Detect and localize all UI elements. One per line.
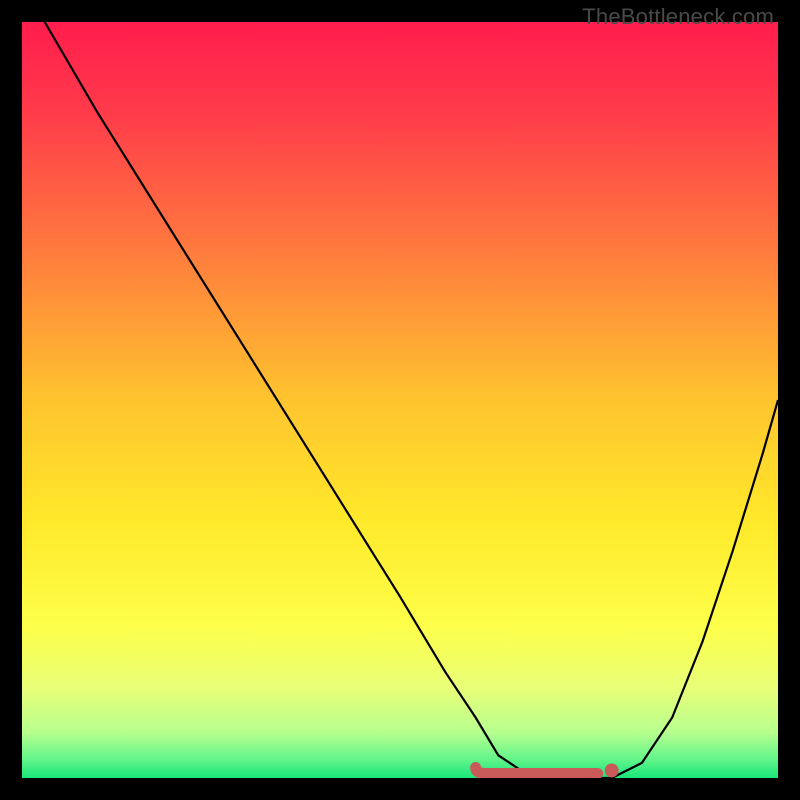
watermark-text: TheBottleneck.com xyxy=(582,4,774,30)
bottleneck-curve xyxy=(22,22,778,778)
chart-frame xyxy=(22,22,778,778)
